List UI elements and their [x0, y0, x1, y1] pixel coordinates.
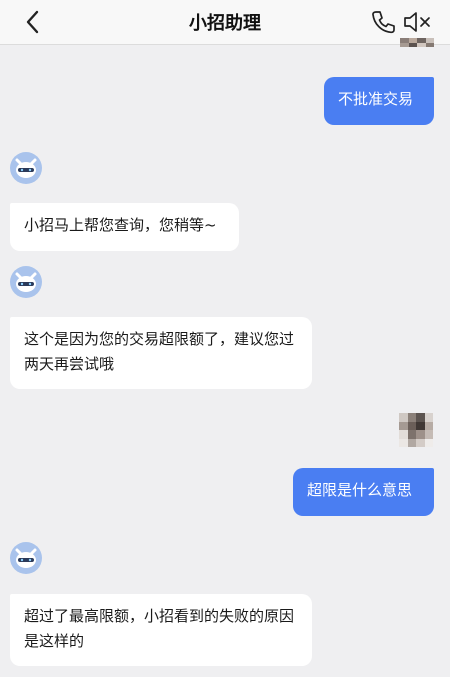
phone-icon[interactable]	[370, 9, 396, 35]
bot-message-bubble[interactable]: 超过了最高限额，小招看到的失败的原因是这样的	[10, 594, 312, 666]
back-icon[interactable]	[20, 8, 48, 36]
user-avatar[interactable]	[399, 413, 433, 447]
speaker-muted-icon[interactable]	[402, 9, 432, 35]
user-avatar[interactable]	[400, 38, 434, 56]
bot-message-bubble[interactable]: 这个是因为您的交易超限额了，建议您过两天再尝试哦	[10, 317, 312, 389]
bot-avatar-icon	[10, 542, 42, 574]
chat-header: 小招助理	[0, 0, 450, 45]
page-title: 小招助理	[189, 13, 261, 34]
bot-avatar-icon	[10, 266, 42, 298]
bot-message-bubble[interactable]: 小招马上帮您查询，您稍等~	[10, 203, 239, 251]
user-message-bubble[interactable]: 超限是什么意思	[293, 468, 434, 516]
bot-avatar-icon	[10, 152, 42, 184]
user-message-bubble[interactable]: 不批准交易	[324, 77, 434, 125]
